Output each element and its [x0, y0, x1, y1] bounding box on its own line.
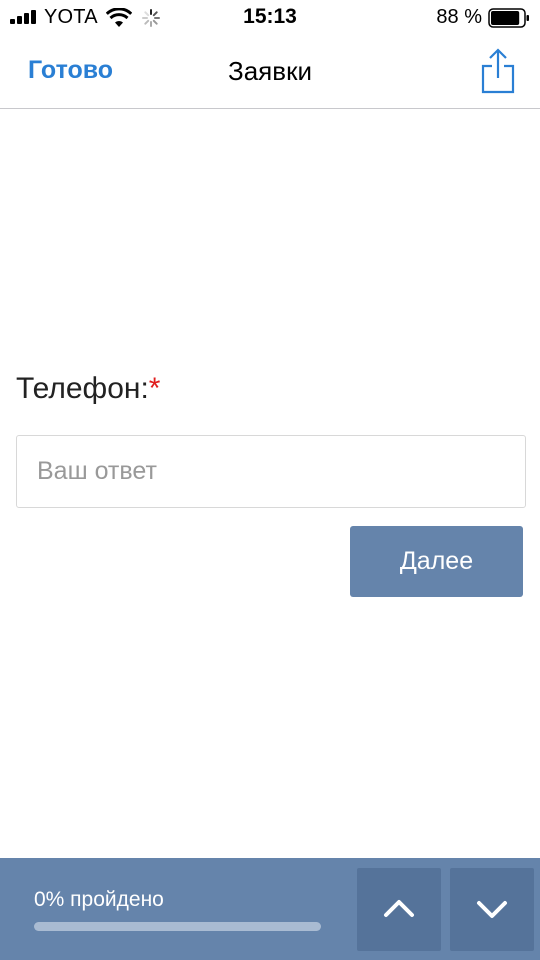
previous-question-button[interactable]	[357, 868, 441, 951]
question-text: Телефон:	[16, 372, 149, 405]
share-icon[interactable]	[480, 48, 516, 94]
progress-bar	[34, 922, 321, 931]
status-bar: YOTA 15:13 88 %	[0, 0, 540, 36]
chevron-up-icon	[384, 900, 414, 917]
battery-icon	[488, 8, 529, 28]
screen: YOTA 15:13 88 % Готово Заявки Телефон:* …	[0, 0, 540, 960]
navigation-bar: Готово Заявки	[0, 36, 540, 109]
question-label: Телефон:*	[16, 372, 160, 406]
done-button[interactable]: Готово	[28, 56, 113, 85]
phone-answer-input[interactable]	[16, 435, 526, 508]
chevron-down-icon	[477, 901, 507, 918]
progress-text: 0% пройдено	[34, 888, 164, 911]
next-button[interactable]: Далее	[350, 526, 523, 597]
required-indicator: *	[148, 372, 161, 405]
battery-percentage: 88 %	[436, 6, 482, 28]
progress-footer: 0% пройдено	[0, 858, 540, 960]
next-question-button[interactable]	[450, 868, 534, 951]
